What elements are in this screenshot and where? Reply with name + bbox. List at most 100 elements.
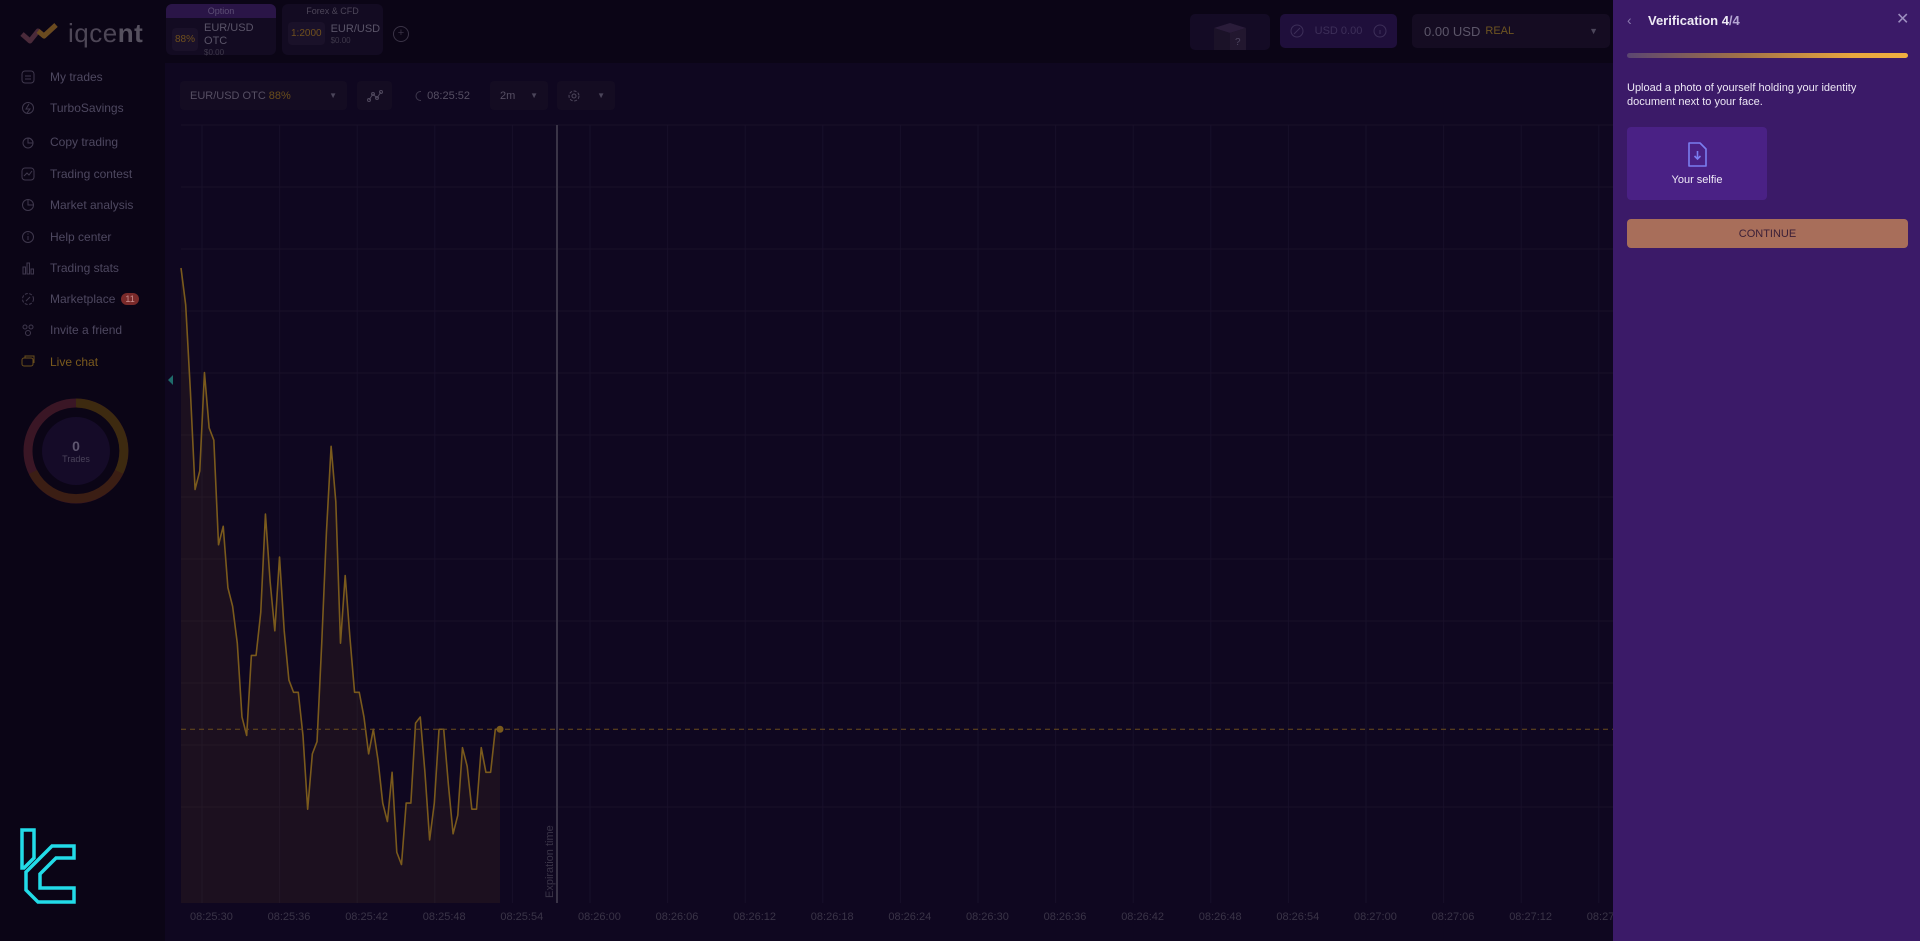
brand-logo[interactable]: iqcent bbox=[20, 16, 143, 50]
sidebar-item-label: Copy trading bbox=[50, 135, 119, 149]
sidebar-item-invite-a-friend[interactable]: Invite a friend bbox=[20, 318, 122, 342]
x-tick-label: 08:25:54 bbox=[500, 911, 543, 923]
file-download-icon bbox=[1688, 141, 1707, 167]
info-icon bbox=[20, 229, 36, 245]
sidebar-item-trading-contest[interactable]: Trading contest bbox=[20, 162, 132, 186]
x-tick-label: 08:25:48 bbox=[423, 911, 466, 923]
x-tick-label: 08:26:18 bbox=[811, 911, 854, 923]
x-axis-ticks: 08:25:30 08:25:36 08:25:42 08:25:48 08:25:54… bbox=[190, 911, 1613, 923]
contest-icon bbox=[20, 166, 36, 182]
sidebar-item-label: Invite a friend bbox=[50, 323, 123, 337]
x-tick-label: 08:26:24 bbox=[888, 911, 931, 923]
gear-icon bbox=[568, 90, 580, 101]
logo-text: iqcent bbox=[68, 17, 144, 48]
x-tick-label: 08:25:42 bbox=[345, 911, 388, 923]
continue-label: CONTINUE bbox=[1738, 227, 1797, 240]
x-tick-label: 08:26:48 bbox=[1199, 911, 1242, 923]
sidebar-item-turbosavings[interactable]: TurboSavings bbox=[20, 96, 124, 120]
payout-percent: 88% bbox=[172, 28, 199, 51]
watermark-logo-icon bbox=[20, 828, 76, 904]
copy-trading-icon bbox=[20, 134, 36, 150]
trades-count: 0 bbox=[72, 438, 80, 454]
indicators-icon bbox=[366, 89, 383, 102]
chevron-down-icon: ▼ bbox=[329, 91, 337, 100]
asset-name: EUR/USD bbox=[330, 22, 381, 35]
x-tick-label: 08:26:42 bbox=[1121, 911, 1164, 923]
indicators-button[interactable] bbox=[357, 81, 392, 110]
sidebar-item-label: Market analysis bbox=[50, 198, 134, 212]
mystery-box-button[interactable]: ? bbox=[1190, 14, 1270, 50]
expiration-label: Expiration time bbox=[544, 825, 556, 898]
sidebar-item-my-trades[interactable]: My trades bbox=[20, 65, 103, 89]
tab-forex-cfd[interactable]: Forex & CFD bbox=[282, 4, 383, 18]
x-tick-label: 08:27:06 bbox=[1432, 911, 1475, 923]
x-tick-label: 08:26:00 bbox=[578, 911, 621, 923]
sidebar-item-trading-stats[interactable]: Trading stats bbox=[20, 256, 119, 280]
sidebar: iqcent My trades TurboSavings Copy tradi… bbox=[0, 0, 165, 941]
selfie-upload-label: Your selfie bbox=[1671, 173, 1723, 186]
back-chevron-icon[interactable]: ‹ bbox=[1627, 12, 1632, 28]
asset-pair-selector[interactable]: EUR/USD OTC 88% ▼ bbox=[180, 81, 347, 110]
sidebar-item-label: Trading contest bbox=[50, 167, 133, 181]
price-chart[interactable]: Expiration time 08:25:30 08:25:36 08:25:42… bbox=[165, 63, 1613, 941]
sidebar-item-live-chat[interactable]: Live chat bbox=[20, 350, 98, 374]
tab-option[interactable]: Option bbox=[166, 4, 276, 18]
bonus-balance-button[interactable]: USD 0.00 bbox=[1280, 14, 1397, 48]
account-type: REAL bbox=[1485, 25, 1515, 37]
trades-donut[interactable]: 0 Trades bbox=[20, 395, 132, 507]
sidebar-item-label: My trades bbox=[50, 70, 103, 84]
pair-payout: 88% bbox=[268, 89, 291, 102]
logo-mark-icon bbox=[20, 23, 58, 44]
price-area-fill bbox=[181, 268, 500, 903]
close-icon[interactable]: ✕ bbox=[1896, 9, 1909, 29]
plus-icon: + bbox=[397, 27, 405, 39]
sidebar-item-market-analysis[interactable]: Market analysis bbox=[20, 193, 133, 217]
x-tick-label: 08:26:06 bbox=[656, 911, 699, 923]
trades-donut-center: 0 Trades bbox=[42, 417, 110, 485]
x-tick-label: 08:27:12 bbox=[1509, 911, 1552, 923]
timeframe-selector[interactable]: 2m ▼ bbox=[490, 81, 548, 110]
chat-icon bbox=[20, 354, 36, 370]
verification-title: Verification 4/4 bbox=[1648, 13, 1740, 28]
sidebar-item-label: Trading stats bbox=[50, 261, 119, 275]
x-tick-label: 08:27:00 bbox=[1354, 911, 1397, 923]
chart-area[interactable]: Expiration time 08:25:30 08:25:36 08:25:42… bbox=[165, 63, 1613, 941]
x-tick-label: 08:25:30 bbox=[190, 911, 233, 923]
asset-value: $0.00 bbox=[330, 35, 351, 45]
add-asset-button[interactable]: + bbox=[393, 26, 409, 42]
sidebar-item-copy-trading[interactable]: Copy trading bbox=[20, 130, 118, 154]
sidebar-item-label: Marketplace bbox=[50, 292, 116, 306]
asset-tab-option[interactable]: Option 88% EUR/USD OTC $0.00 bbox=[166, 4, 276, 57]
verification-progress-fill bbox=[1627, 53, 1908, 58]
x-tick-label: 08:26:30 bbox=[966, 911, 1009, 923]
sidebar-item-help-center[interactable]: Help center bbox=[20, 225, 111, 249]
sidebar-item-label: Help center bbox=[50, 230, 112, 244]
asset-value: $0.00 bbox=[204, 48, 225, 57]
pie-chart-icon bbox=[20, 197, 36, 213]
clock-icon bbox=[415, 91, 422, 101]
sidebar-item-marketplace[interactable]: Marketplace 11 bbox=[20, 287, 139, 311]
x-tick-label: 08:26:36 bbox=[1044, 911, 1087, 923]
x-tick-label: 08:25:36 bbox=[268, 911, 311, 923]
account-selector[interactable]: 0.00 USD REAL ▼ bbox=[1412, 14, 1610, 48]
selfie-upload-button[interactable]: Your selfie bbox=[1627, 127, 1767, 200]
server-clock: 08:25:52 bbox=[405, 81, 480, 110]
asset-tab-forex[interactable]: Forex & CFD 1:2000 EUR/USD $0.00 bbox=[282, 4, 383, 55]
bar-chart-icon bbox=[20, 260, 36, 276]
chevron-down-icon: ▼ bbox=[597, 91, 605, 100]
chart-grid bbox=[181, 124, 1613, 903]
leverage: 1:2000 bbox=[288, 22, 325, 45]
continue-button[interactable]: CONTINUE bbox=[1627, 219, 1908, 248]
verification-instructions: Upload a photo of yourself holding your … bbox=[1627, 82, 1857, 108]
sidebar-item-label: TurboSavings bbox=[50, 101, 124, 115]
svg-text:?: ? bbox=[1235, 37, 1241, 48]
gear-percent-icon bbox=[20, 291, 36, 307]
chart-settings-button[interactable]: ▼ bbox=[557, 81, 615, 110]
info-icon[interactable] bbox=[1373, 24, 1387, 38]
turbo-savings-icon bbox=[20, 100, 36, 116]
sidebar-item-label: Live chat bbox=[50, 355, 99, 369]
current-price-dot bbox=[496, 725, 504, 733]
invite-icon bbox=[20, 322, 36, 338]
account-balance: 0.00 USD bbox=[1424, 23, 1481, 39]
trades-icon bbox=[20, 69, 36, 85]
